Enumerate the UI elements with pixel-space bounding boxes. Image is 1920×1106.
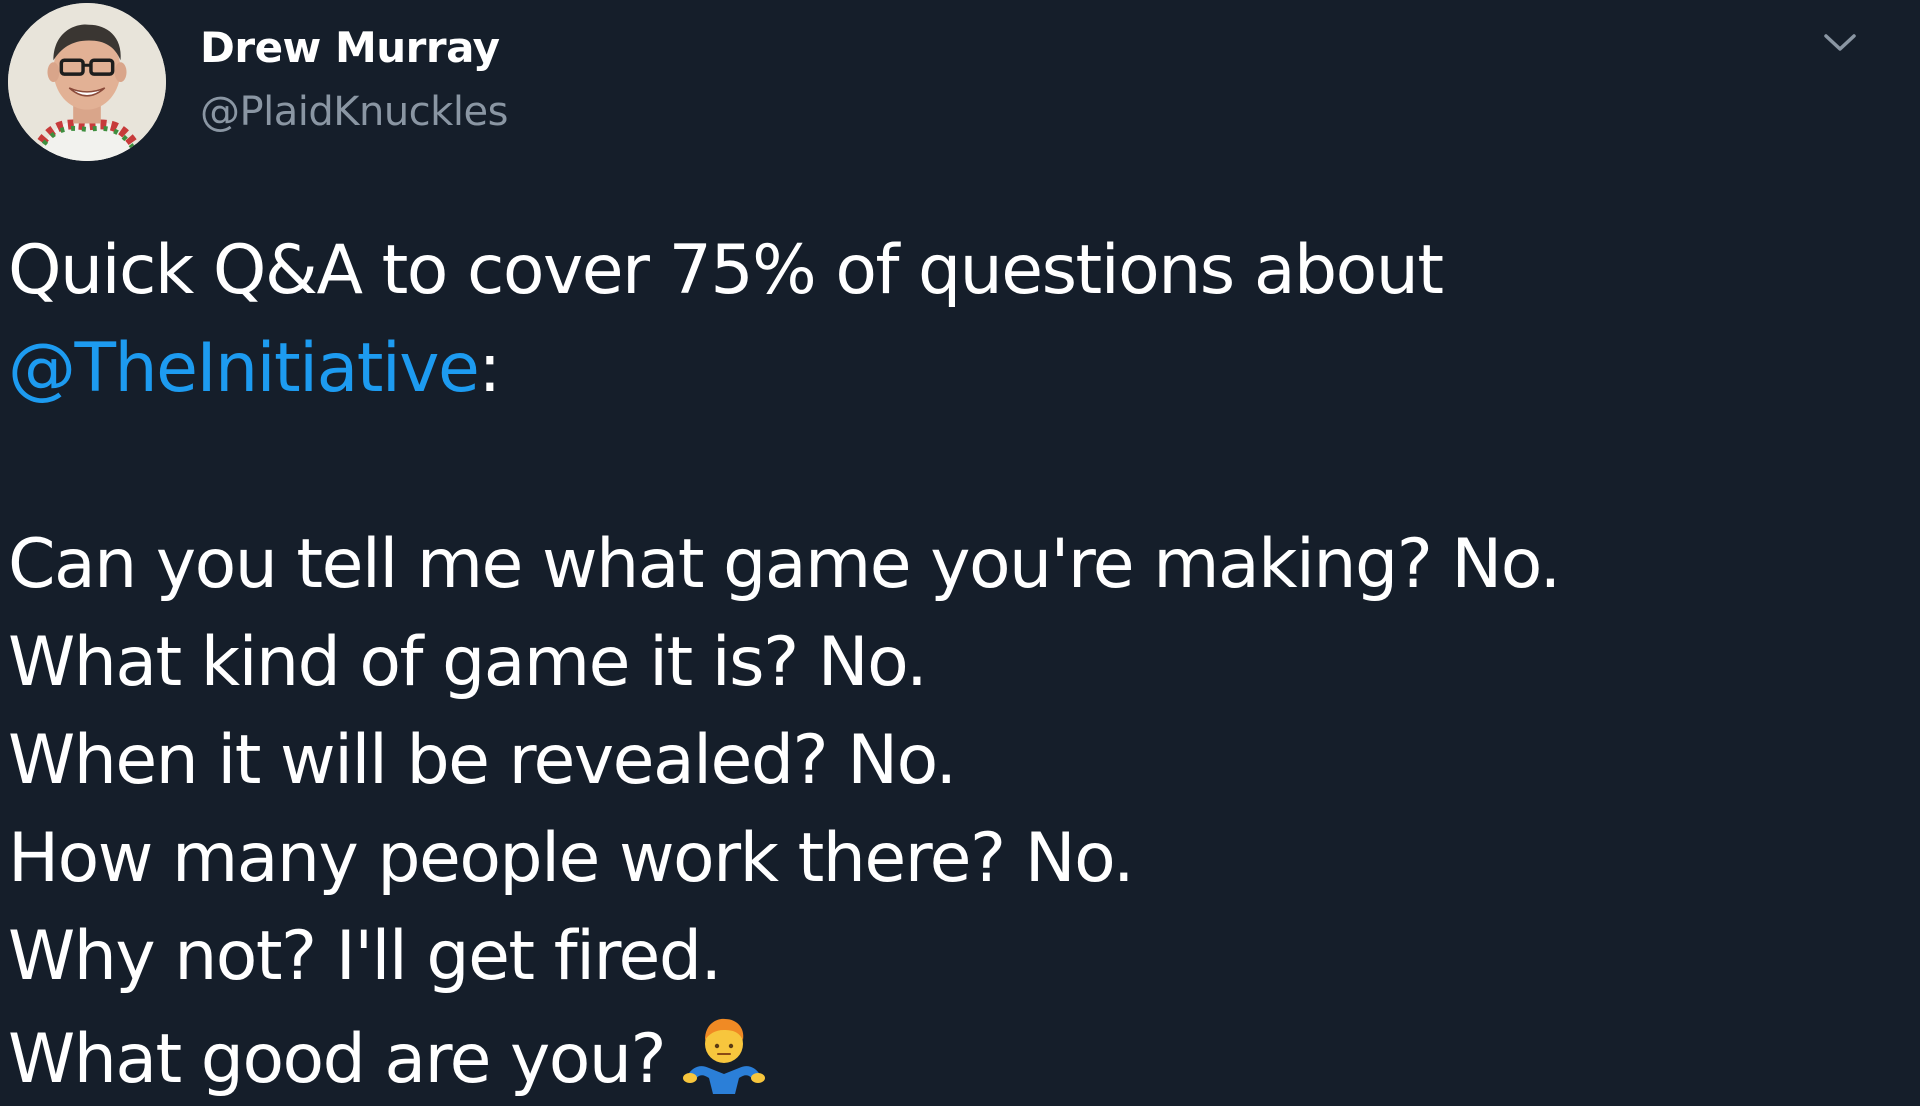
tweet-line: Why not? I'll get fired. <box>8 917 722 996</box>
tweet-mention-line: @TheInitiative: <box>8 320 1888 418</box>
mention-suffix: : <box>478 329 501 408</box>
man-shrugging-emoji-icon <box>679 1006 769 1096</box>
tweet-last-line: What good are you? <box>8 1006 1888 1104</box>
tweet-intro-line: Quick Q&A to cover 75% of questions abou… <box>8 231 1444 310</box>
tweet-line: How many people work there? No. <box>8 819 1135 898</box>
tweet-line: Can you tell me what game you're making?… <box>8 525 1561 604</box>
author-display-name[interactable]: Drew Murray <box>200 18 500 78</box>
tweet-line-text: What good are you? <box>8 1020 667 1099</box>
tweet-card: Drew Murray @PlaidKnuckles Quick Q&A to … <box>0 0 1920 1106</box>
avatar[interactable] <box>8 3 166 161</box>
tweet-line: What kind of game it is? No. <box>8 623 928 702</box>
tweet-text: Quick Q&A to cover 75% of questions abou… <box>8 222 1888 1104</box>
mention-link[interactable]: @TheInitiative <box>8 329 480 408</box>
chevron-down-icon[interactable] <box>1816 22 1864 62</box>
tweet-line: When it will be revealed? No. <box>8 721 957 800</box>
profile-photo-icon <box>8 3 166 161</box>
author-handle[interactable]: @PlaidKnuckles <box>200 82 508 142</box>
